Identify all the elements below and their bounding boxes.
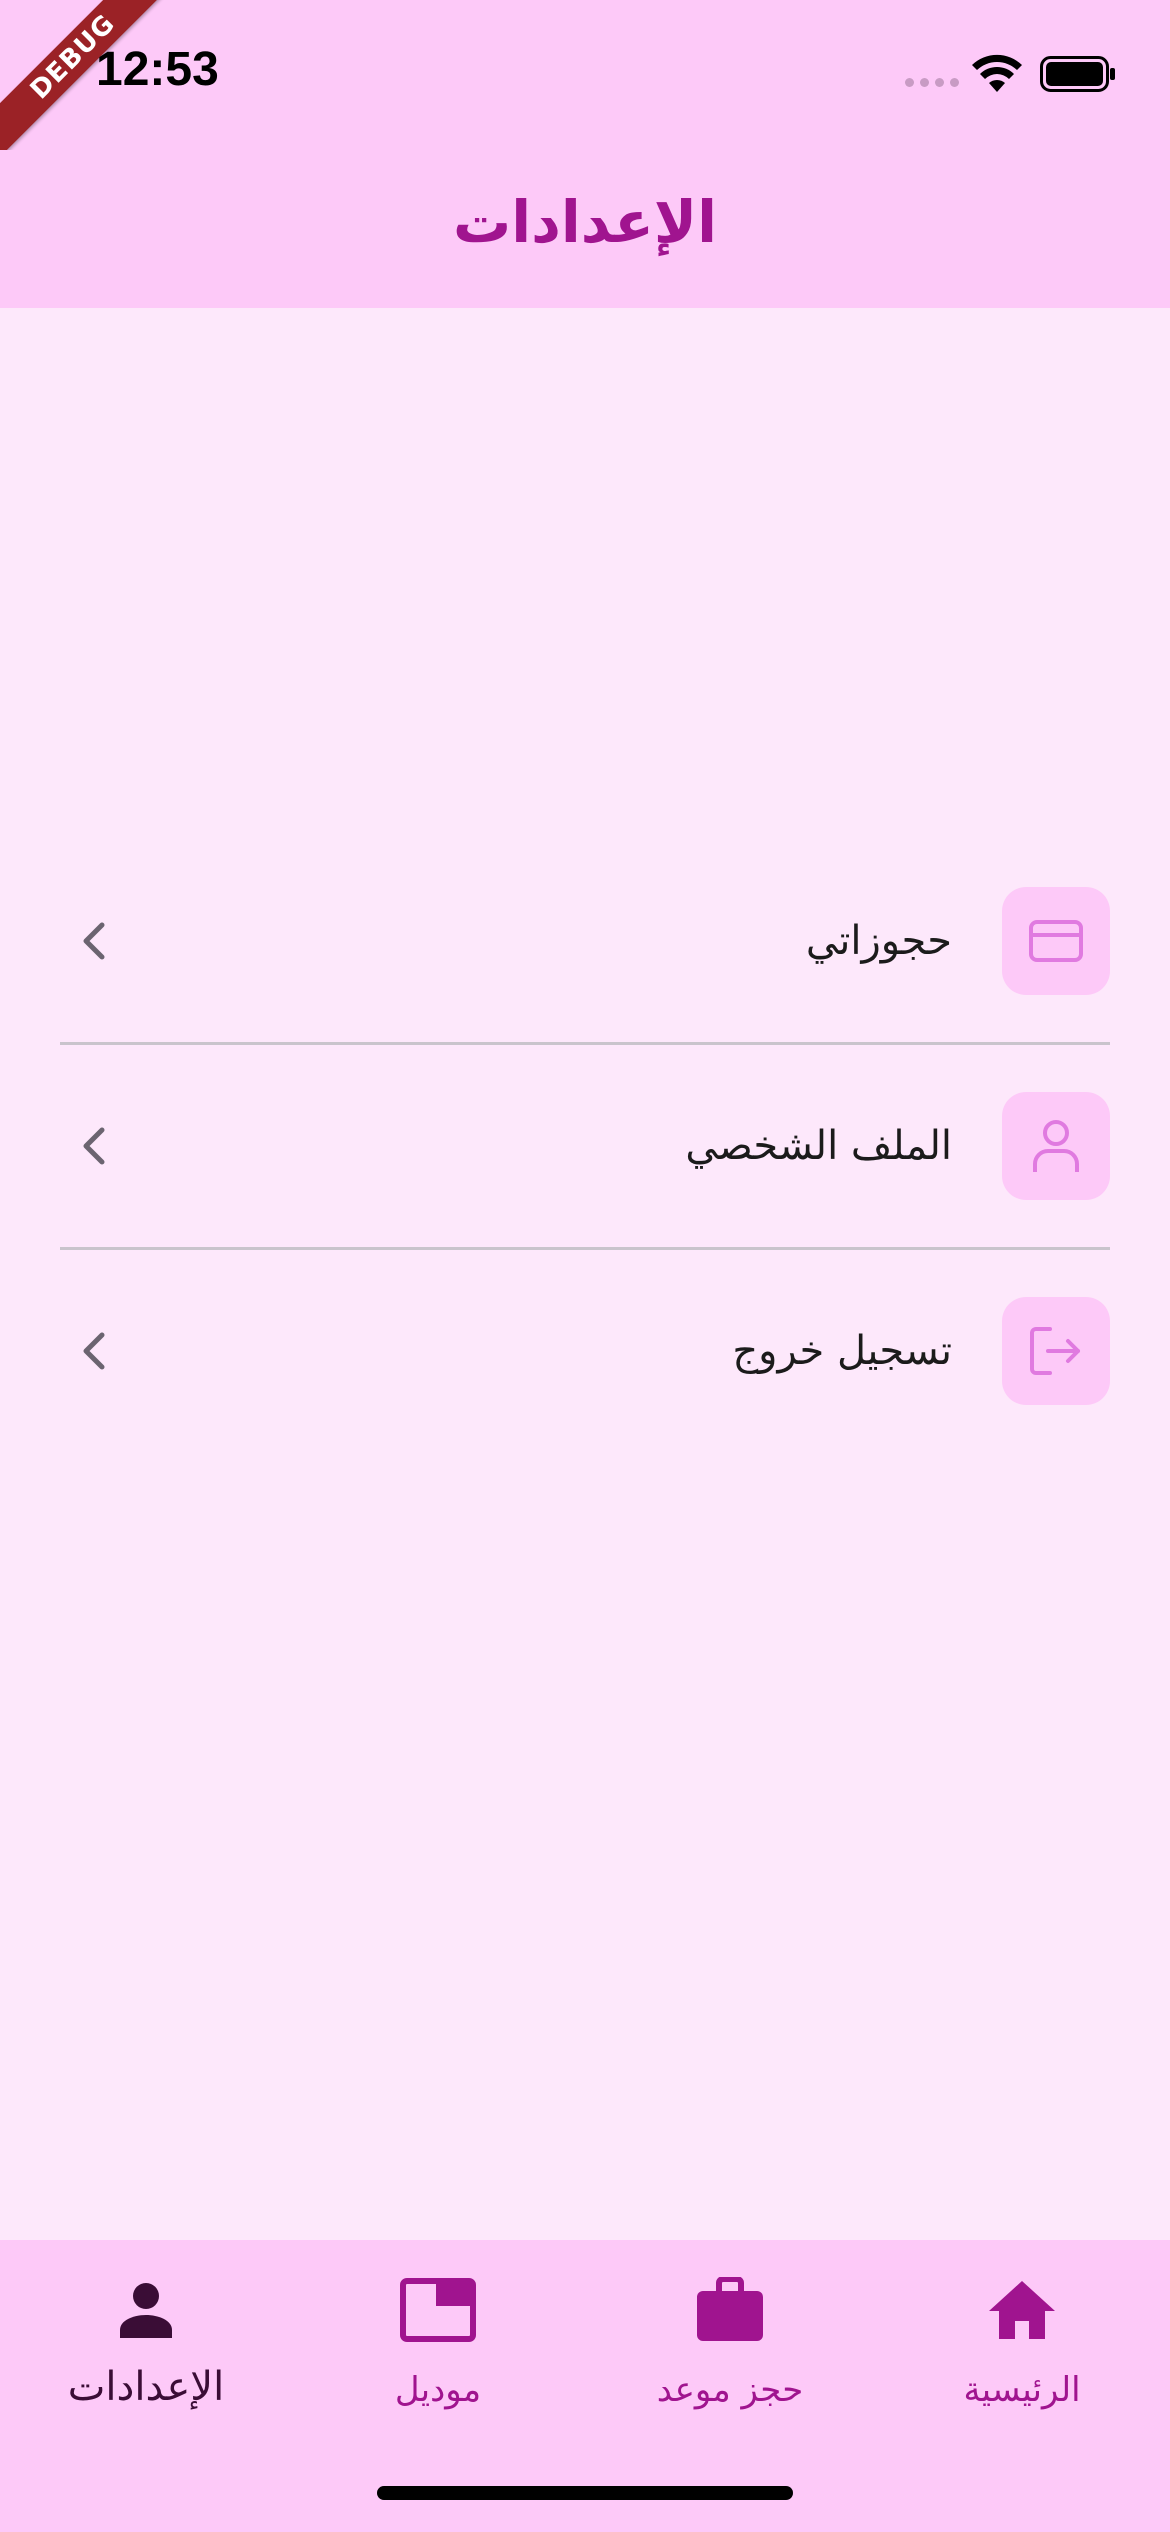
cellular-signal-icon xyxy=(905,78,959,87)
page-title: الإعدادات xyxy=(452,188,717,256)
chevron-left-icon xyxy=(83,1332,105,1370)
app-bar: الإعدادات xyxy=(0,150,1170,308)
nav-item-book-appointment[interactable]: حجز موعد xyxy=(584,2270,876,2430)
menu-item-profile[interactable]: الملف الشخصي xyxy=(60,1045,1110,1247)
status-bar: DEBUG 12:53 xyxy=(0,0,1170,166)
nav-item-model[interactable]: موديل xyxy=(292,2270,584,2430)
menu-item-label: حجوزاتي xyxy=(805,918,952,964)
logout-icon xyxy=(1002,1297,1110,1405)
chevron-left-icon xyxy=(83,922,105,960)
home-icon xyxy=(987,2270,1057,2350)
menu-item-label: الملف الشخصي xyxy=(685,1123,952,1169)
chevron-left-icon xyxy=(83,1127,105,1165)
nav-item-home[interactable]: الرئيسية xyxy=(876,2270,1168,2430)
status-time: 12:53 xyxy=(96,43,219,96)
nav-label: الرئيسية xyxy=(963,2370,1081,2410)
menu-item-label: تسجيل خروج xyxy=(732,1328,952,1374)
credit-card-icon xyxy=(1002,887,1110,995)
nav-item-settings[interactable]: الإعدادات xyxy=(0,2270,292,2430)
window-icon xyxy=(400,2270,476,2350)
settings-menu: حجوزاتي الملف الشخصي تسجيل خروج xyxy=(60,840,1110,1452)
nav-label: حجز موعد xyxy=(656,2370,804,2410)
nav-label: موديل xyxy=(394,2370,482,2410)
briefcase-icon xyxy=(695,2270,765,2350)
wifi-icon xyxy=(972,54,1022,92)
menu-item-bookings[interactable]: حجوزاتي xyxy=(60,840,1110,1042)
home-indicator xyxy=(377,2486,793,2500)
menu-item-logout[interactable]: تسجيل خروج xyxy=(60,1250,1110,1452)
person-filled-icon xyxy=(116,2270,176,2350)
battery-icon xyxy=(1040,56,1115,92)
person-icon xyxy=(1002,1092,1110,1200)
nav-label: الإعدادات xyxy=(67,2364,225,2410)
